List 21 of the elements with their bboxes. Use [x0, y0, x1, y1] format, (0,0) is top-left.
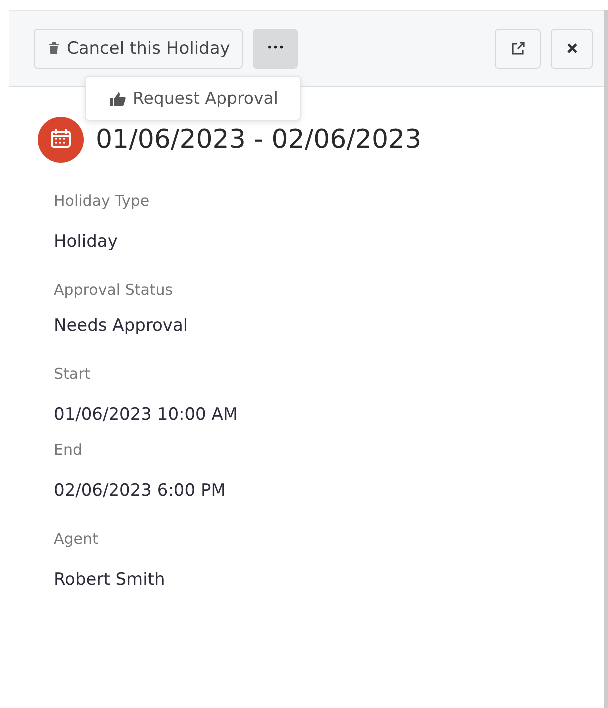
field-value: Robert Smith [54, 570, 166, 590]
field-value: 01/06/2023 10:00 AM [54, 405, 240, 425]
close-button[interactable] [551, 28, 593, 68]
field-label: Approval Status [54, 281, 174, 299]
field-value: Needs Approval [54, 316, 190, 336]
field-value: 02/06/2023 6:00 PM [54, 481, 227, 501]
field-label: Start [54, 365, 92, 383]
close-icon [566, 43, 578, 54]
open-external-button[interactable] [495, 28, 541, 68]
field-label: Holiday Type [54, 192, 151, 210]
request-approval-menu-item[interactable]: Request Approval [110, 89, 278, 108]
external-link-icon [511, 42, 525, 56]
thumbs-up-icon [110, 92, 126, 106]
more-button[interactable]: ••• [253, 28, 298, 68]
date-range-title: 01/06/2023 - 02/06/2023 [96, 125, 422, 155]
field-label: End [54, 441, 84, 459]
cancel-holiday-button[interactable]: Cancel this Holiday [34, 28, 244, 68]
calendar-icon [38, 117, 84, 163]
field-label: Agent [54, 530, 100, 548]
trash-icon [48, 42, 60, 55]
field-value: Holiday [54, 232, 119, 252]
